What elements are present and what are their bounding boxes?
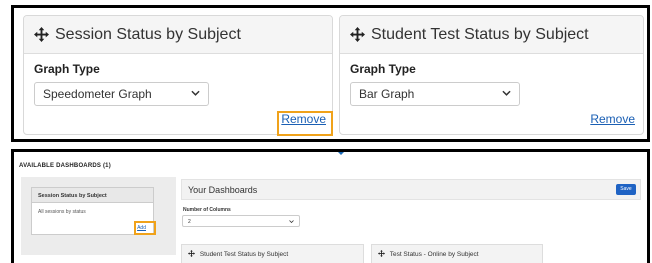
move-icon[interactable] [34, 27, 49, 42]
remove-link[interactable]: Remove [590, 112, 635, 126]
move-icon[interactable] [378, 250, 385, 257]
graph-type-select[interactable]: Bar Graph [350, 82, 520, 106]
available-dashboard-description: All sessions by status [38, 209, 86, 215]
save-button[interactable]: Save [616, 184, 636, 195]
chevron-down-icon [191, 90, 200, 96]
dashboard-card[interactable]: Test Status - Online by Subject [371, 244, 543, 263]
dashboard-card-title: Test Status - Online by Subject [389, 251, 479, 258]
move-icon[interactable] [350, 27, 365, 42]
chevron-down-icon [289, 220, 294, 223]
add-highlight-box [134, 221, 156, 235]
graph-type-label: Graph Type [350, 62, 416, 76]
move-icon[interactable] [188, 250, 195, 257]
widget-header[interactable]: Session Status by Subject [24, 16, 332, 54]
pointer-notch [336, 152, 346, 155]
dashboard-settings-panel: AVAILABLE DASHBOARDS (1) Session Status … [11, 149, 650, 263]
graph-type-value: Bar Graph [359, 87, 415, 101]
available-dashboards-panel: Session Status by Subject All sessions b… [21, 177, 176, 255]
dashboard-card[interactable]: Student Test Status by Subject [181, 244, 364, 263]
zoomed-widget-panel: Session Status by Subject Graph Type Spe… [11, 5, 650, 142]
widget-title: Student Test Status by Subject [371, 25, 589, 43]
available-dashboards-heading: AVAILABLE DASHBOARDS (1) [19, 163, 111, 169]
chevron-down-icon [502, 90, 511, 96]
number-of-columns-label: Number of Columns [183, 207, 231, 213]
your-dashboards-title: Your Dashboards [188, 185, 258, 195]
dashboard-card-title: Student Test Status by Subject [199, 251, 289, 258]
widget-header[interactable]: Student Test Status by Subject [340, 16, 643, 54]
number-of-columns-value: 2 [188, 219, 191, 225]
graph-type-select[interactable]: Speedometer Graph [34, 82, 209, 106]
graph-type-label: Graph Type [34, 62, 100, 76]
your-dashboards-header: Your Dashboards Save [181, 179, 641, 200]
number-of-columns-select[interactable]: 2 [182, 215, 300, 227]
widget-card-student-test-status: Student Test Status by Subject Graph Typ… [339, 15, 644, 135]
graph-type-value: Speedometer Graph [43, 87, 152, 101]
available-dashboard-title: Session Status by Subject [32, 188, 153, 203]
remove-highlight-box [277, 111, 333, 136]
widget-title: Session Status by Subject [55, 25, 241, 43]
